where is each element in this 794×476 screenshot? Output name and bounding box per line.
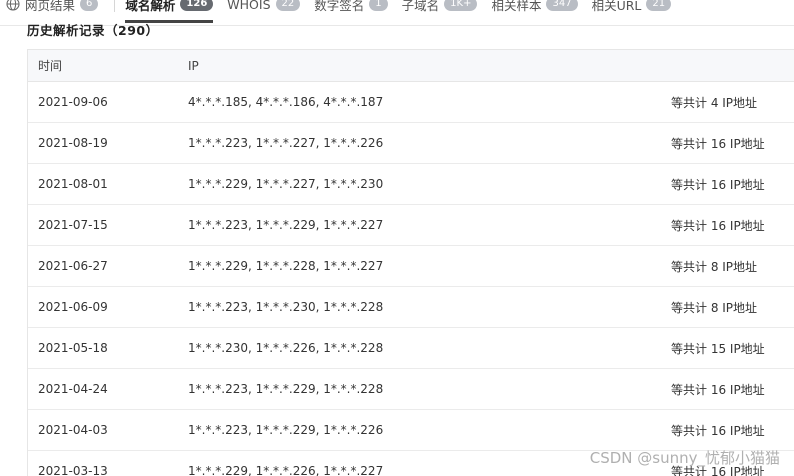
table-row: 2021-08-01 1*.*.*.229, 1*.*.*.227, 1*.*.… <box>28 164 794 205</box>
row-time: 2021-05-18 <box>38 341 108 355</box>
row-time: 2021-03-13 <box>38 464 108 476</box>
section-title: 历史解析记录（290） <box>27 23 159 38</box>
table-row: 2021-06-09 1*.*.*.223, 1*.*.*.230, 1*.*.… <box>28 287 794 328</box>
table-row: 2021-09-06 4*.*.*.185, 4*.*.*.186, 4*.*.… <box>28 82 794 123</box>
tab-subdomains[interactable]: 子域名 1K+ <box>402 0 486 15</box>
row-time: 2021-04-03 <box>38 423 108 437</box>
table-row: 2021-06-27 1*.*.*.229, 1*.*.*.228, 1*.*.… <box>28 246 794 287</box>
row-ip: 1*.*.*.223, 1*.*.*.229, 1*.*.*.228 <box>188 382 384 396</box>
tab-label: WHOIS <box>227 0 271 12</box>
row-ip: 1*.*.*.223, 1*.*.*.229, 1*.*.*.227 <box>188 218 384 232</box>
row-ip: 1*.*.*.223, 1*.*.*.229, 1*.*.*.226 <box>188 423 384 437</box>
table-row: 2021-04-03 1*.*.*.223, 1*.*.*.229, 1*.*.… <box>28 410 794 451</box>
tab-label: 数字签名 <box>314 0 365 13</box>
tab-label: 子域名 <box>401 0 440 13</box>
row-total[interactable]: 等共计 16 IP地址 <box>661 217 794 234</box>
header-time: 时间 <box>38 59 63 73</box>
tab-count-badge: 1 <box>369 0 388 11</box>
tab-whois[interactable]: WHOIS 22 <box>227 0 308 15</box>
row-time: 2021-09-06 <box>38 95 108 109</box>
row-ip: 1*.*.*.223, 1*.*.*.230, 1*.*.*.228 <box>188 300 384 314</box>
row-total[interactable]: 等共计 15 IP地址 <box>661 340 794 357</box>
row-time: 2021-08-19 <box>38 136 108 150</box>
tab-label: 域名解析 <box>125 0 176 13</box>
tab-count-badge: 347 <box>546 0 578 11</box>
tab-divider <box>114 0 116 12</box>
table-row: 2021-04-24 1*.*.*.223, 1*.*.*.229, 1*.*.… <box>28 369 794 410</box>
row-ip: 1*.*.*.229, 1*.*.*.226, 1*.*.*.227 <box>188 464 384 476</box>
header-ip: IP <box>188 58 199 73</box>
row-total[interactable]: 等共计 16 IP地址 <box>661 422 794 439</box>
table-header: 时间 IP <box>28 50 794 82</box>
tab-related-samples[interactable]: 相关样本 347 <box>491 0 585 15</box>
row-time: 2021-07-15 <box>38 218 108 232</box>
tab-count-badge: 21 <box>646 0 672 11</box>
row-total[interactable]: 等共计 16 IP地址 <box>661 381 794 398</box>
tab-label: 相关URL <box>591 0 642 13</box>
row-ip: 1*.*.*.229, 1*.*.*.227, 1*.*.*.230 <box>188 177 384 191</box>
row-ip: 1*.*.*.230, 1*.*.*.226, 1*.*.*.228 <box>188 341 384 355</box>
row-total[interactable]: 等共计 16 IP地址 <box>661 176 794 193</box>
row-ip: 1*.*.*.229, 1*.*.*.228, 1*.*.*.227 <box>188 259 384 273</box>
row-time: 2021-08-01 <box>38 177 108 191</box>
row-total[interactable]: 等共计 8 IP地址 <box>661 258 794 275</box>
row-total[interactable]: 等共计 16 IP地址 <box>661 135 794 152</box>
globe-icon <box>6 0 20 11</box>
watermark: CSDN @sunny_忧郁小猫猫 <box>589 449 780 467</box>
tab-list: 网页结果 6 域名解析 126 WHOIS 22 数字签名 1 子域名 1K+ … <box>6 0 685 23</box>
row-ip: 1*.*.*.223, 1*.*.*.227, 1*.*.*.226 <box>188 136 384 150</box>
table-row: 2021-05-18 1*.*.*.230, 1*.*.*.226, 1*.*.… <box>28 328 794 369</box>
table-row: 2021-08-19 1*.*.*.223, 1*.*.*.227, 1*.*.… <box>28 123 794 164</box>
tab-digital-signature[interactable]: 数字签名 1 <box>314 0 395 15</box>
row-ip: 4*.*.*.185, 4*.*.*.186, 4*.*.*.187 <box>188 95 384 109</box>
tab-count-badge: 126 <box>180 0 214 11</box>
tab-label: 相关样本 <box>491 0 542 13</box>
table-row: 2021-07-15 1*.*.*.223, 1*.*.*.229, 1*.*.… <box>28 205 794 246</box>
tab-dns-resolution[interactable]: 域名解析 126 <box>125 0 221 23</box>
tab-count-badge: 6 <box>80 0 99 11</box>
row-total[interactable]: 等共计 8 IP地址 <box>661 299 794 316</box>
tab-web-results[interactable]: 网页结果 6 <box>6 0 106 15</box>
tab-label: 网页结果 <box>25 0 76 13</box>
tab-count-badge: 22 <box>275 0 301 11</box>
tab-count-badge: 1K+ <box>444 0 478 11</box>
row-time: 2021-06-09 <box>38 300 108 314</box>
row-time: 2021-06-27 <box>38 259 108 273</box>
tab-related-url[interactable]: 相关URL 21 <box>592 0 680 15</box>
row-total[interactable]: 等共计 4 IP地址 <box>661 94 794 111</box>
dns-history-table: 时间 IP 2021-09-06 4*.*.*.185, 4*.*.*.186,… <box>27 49 794 476</box>
row-time: 2021-04-24 <box>38 382 108 396</box>
